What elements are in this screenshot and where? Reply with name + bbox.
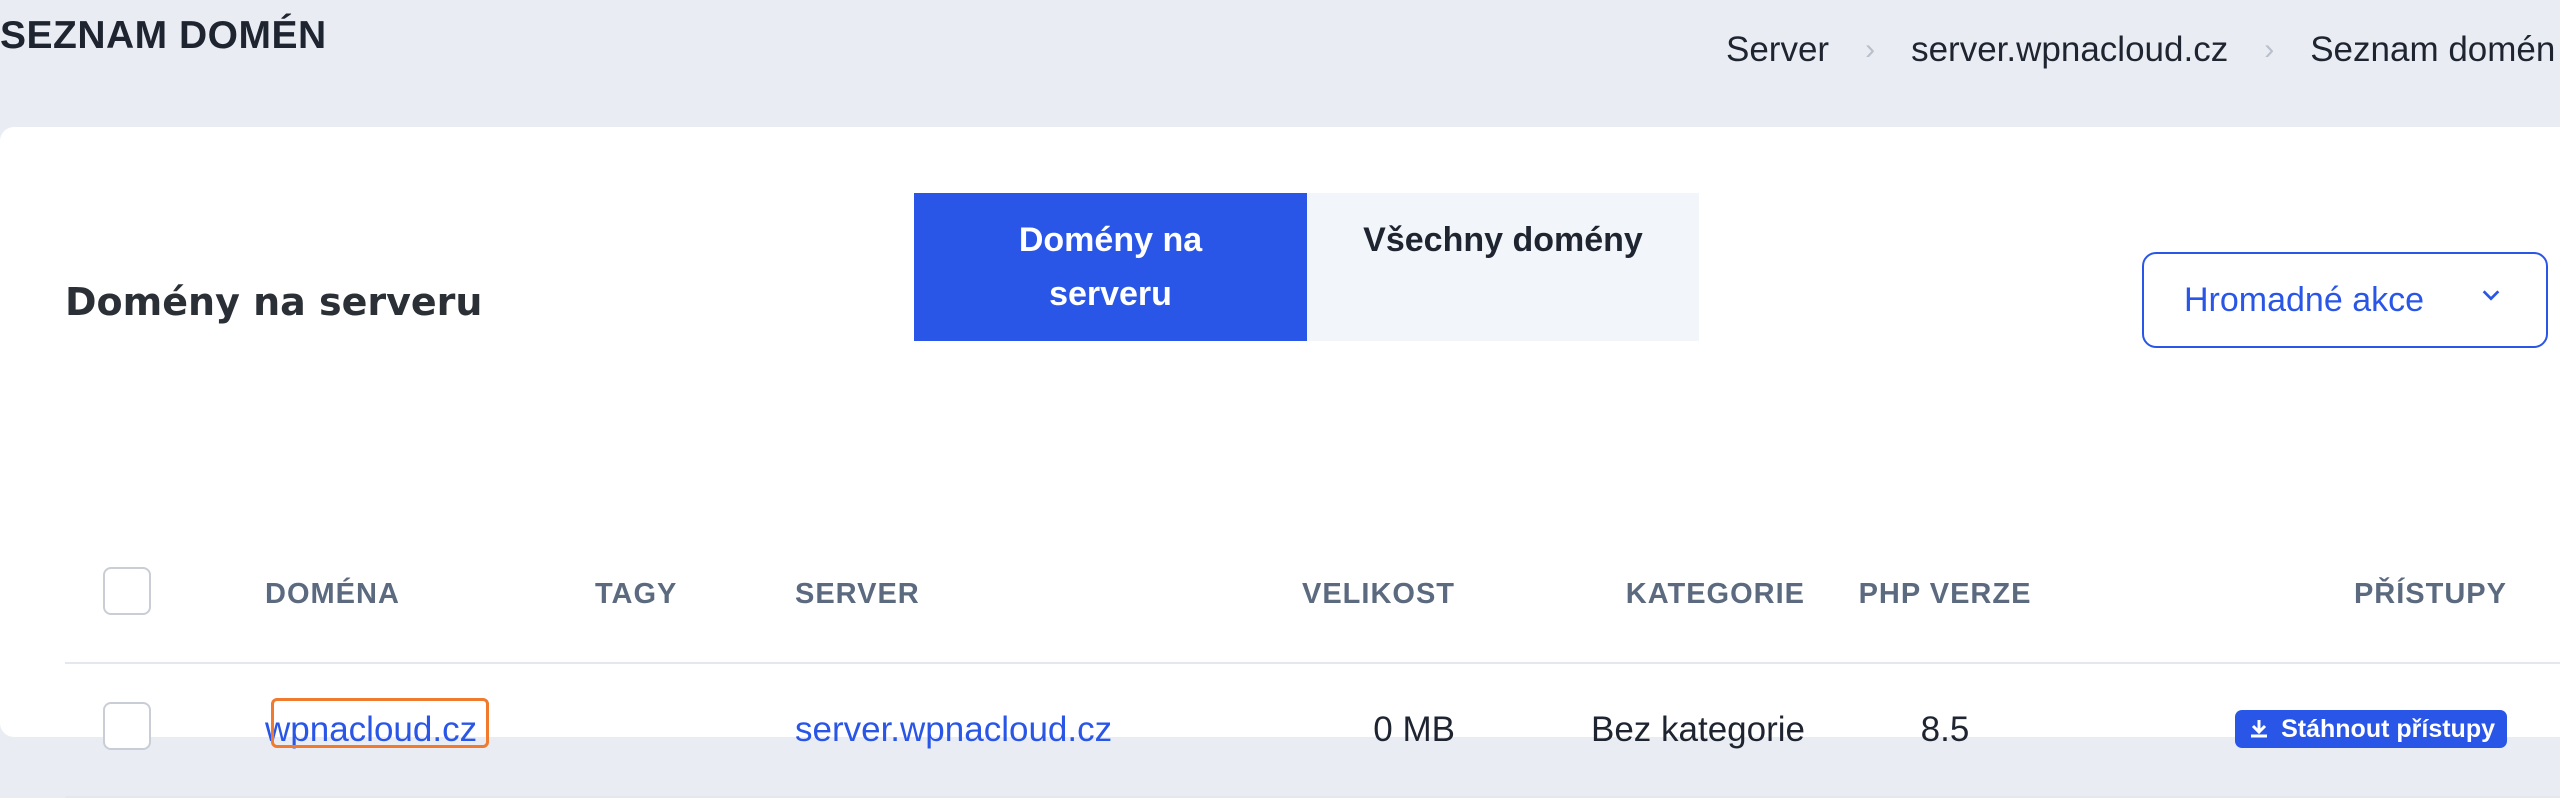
domains-table: DOMÉNA TAGY SERVER VELIKOST KATEGORIE PH… — [65, 527, 2560, 798]
tab-label: Všechny domény — [1363, 221, 1643, 259]
domain-cell: wpnacloud.cz — [265, 663, 595, 798]
page-title: SEZNAM DOMÉN — [0, 14, 327, 57]
table-header-row: DOMÉNA TAGY SERVER VELIKOST KATEGORIE PH… — [65, 527, 2560, 664]
domains-card: Domény na serveru Domény na serveru Všec… — [0, 127, 2560, 798]
row-select-cell — [65, 663, 265, 798]
row-checkbox[interactable] — [103, 701, 151, 750]
tab-domains-on-server[interactable]: Domény na serveru — [914, 193, 1307, 341]
download-access-button[interactable]: Stáhnout přístupy — [2235, 710, 2507, 748]
php-version-cell: 8.5 — [1805, 663, 2085, 798]
column-header-access[interactable]: PŘÍSTUPY — [2085, 527, 2560, 664]
server-link[interactable]: server.wpnacloud.cz — [795, 710, 1112, 749]
chevron-right-icon: › — [2264, 33, 2275, 66]
breadcrumb-server[interactable]: Server — [1726, 30, 1829, 70]
server-cell: server.wpnacloud.cz — [715, 663, 1245, 798]
category-cell: Bez kategorie — [1455, 663, 1805, 798]
tab-all-domains[interactable]: Všechny domény — [1307, 193, 1699, 341]
tags-cell — [595, 663, 715, 798]
column-header-domain[interactable]: DOMÉNA — [265, 527, 595, 664]
table-row: wpnacloud.cz server.wpnacloud.cz 0 MB Be… — [65, 663, 2560, 798]
column-header-server[interactable]: SERVER — [715, 527, 1245, 664]
column-header-category[interactable]: KATEGORIE — [1455, 527, 1805, 664]
column-header-size[interactable]: VELIKOST — [1245, 527, 1455, 664]
breadcrumb-current: Seznam domén — [2310, 30, 2556, 69]
access-cell: Stáhnout přístupy — [2085, 663, 2560, 798]
breadcrumb: Server › server.wpnacloud.cz › Seznam do… — [1726, 30, 2555, 70]
bulk-actions-dropdown[interactable]: Hromadné akce — [2142, 252, 2548, 348]
select-all-checkbox[interactable] — [103, 566, 151, 615]
tab-label: Domény na serveru — [1018, 221, 1203, 313]
chevron-right-icon: › — [1865, 33, 1876, 66]
bulk-actions-label: Hromadné akce — [2184, 280, 2425, 319]
download-access-label: Stáhnout přístupy — [2281, 714, 2495, 743]
chevron-down-icon — [2482, 290, 2500, 301]
card-title: Domény na serveru — [65, 280, 483, 324]
breadcrumb-server-name[interactable]: server.wpnacloud.cz — [1911, 30, 2228, 70]
column-header-tags[interactable]: TAGY — [595, 527, 715, 664]
size-cell: 0 MB — [1245, 663, 1455, 798]
column-header-php[interactable]: PHP VERZE — [1805, 527, 2085, 664]
domain-link-wrap: wpnacloud.cz — [265, 698, 489, 750]
select-all-cell — [65, 527, 265, 664]
domain-link[interactable]: wpnacloud.cz — [265, 710, 477, 749]
download-icon — [2251, 720, 2268, 738]
page-header: SEZNAM DOMÉN Server › server.wpnacloud.c… — [0, 0, 2560, 120]
tab-bar: Domény na serveru Všechny domény — [914, 193, 1699, 341]
